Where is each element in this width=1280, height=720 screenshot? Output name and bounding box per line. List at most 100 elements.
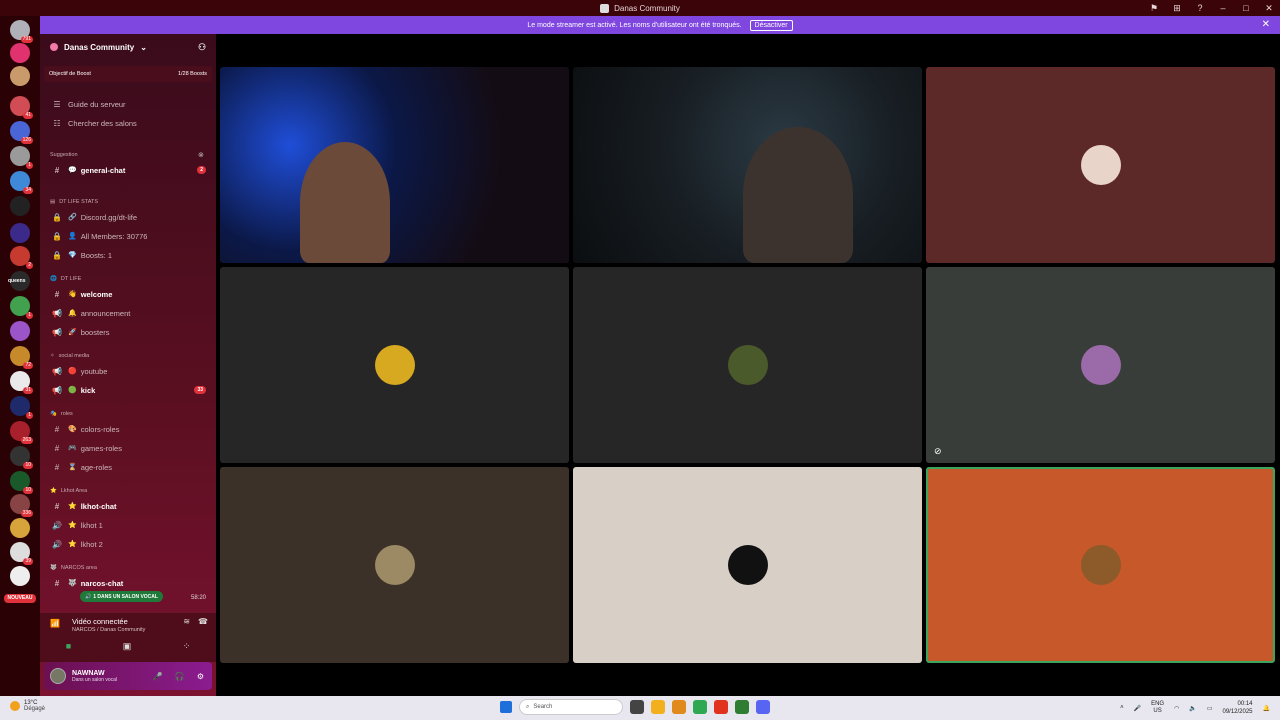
server-icon[interactable]: 126 xyxy=(10,121,33,144)
server-icon[interactable]: 34 xyxy=(10,171,33,194)
user-info[interactable]: NAWNAW Dans un salon vocal xyxy=(72,670,117,683)
category-narcos-area[interactable]: 🐺 NARCOS area xyxy=(50,562,97,574)
windows-start-icon[interactable] xyxy=(500,701,512,713)
channel-games-roles[interactable]: # 🎮 games-roles xyxy=(40,439,216,457)
notification-bell-icon[interactable]: 🔔 xyxy=(1263,705,1270,712)
camera-button[interactable]: ■ xyxy=(66,641,71,652)
battery-icon[interactable]: ▭ xyxy=(1207,705,1213,712)
taskbar-app-icon[interactable] xyxy=(693,700,707,714)
server-icon[interactable] xyxy=(10,518,30,538)
participant-tile[interactable] xyxy=(573,267,922,463)
voice-status-subtitle[interactable]: NARCOS / Danas Community xyxy=(72,627,145,633)
server-icon[interactable]: 791 xyxy=(10,20,33,43)
server-icon[interactable]: 72 xyxy=(10,346,33,369)
category-dt-stats[interactable]: ▤ DT LIFE STATS xyxy=(50,196,98,208)
clock[interactable]: 00:14 09/12/2025 xyxy=(1222,700,1252,716)
headphones-icon[interactable]: 🎧 xyxy=(175,672,185,681)
channel-youtube[interactable]: 📢 🔴 youtube xyxy=(40,362,216,380)
server-icon[interactable]: 263 xyxy=(10,421,33,444)
server-icon[interactable]: 1 xyxy=(10,396,33,419)
voice-channel-pill[interactable]: 🔊 1 DANS UN SALON VOCAL xyxy=(80,591,163,602)
weather-widget[interactable]: 13°C Dégagé xyxy=(10,700,45,712)
microphone-icon[interactable]: 🎤 xyxy=(153,672,163,681)
category-social-media[interactable]: ✧ social media xyxy=(50,350,89,362)
participant-tile[interactable] xyxy=(573,467,922,663)
taskbar-app-icon[interactable] xyxy=(651,700,665,714)
server-icon[interactable]: 10 xyxy=(10,446,33,469)
disable-streamer-button[interactable]: Désactiver xyxy=(749,19,793,31)
taskbar-app-icon[interactable] xyxy=(714,700,728,714)
server-icon[interactable]: 2 xyxy=(10,246,33,269)
server-icon[interactable]: 1 xyxy=(10,146,33,169)
server-text-icon[interactable]: queens xyxy=(8,274,30,294)
invite-icon[interactable]: ⚇ xyxy=(198,42,208,52)
channel-kick[interactable]: 📢 🟢 kick 33 xyxy=(40,381,216,399)
category-suggestion[interactable]: Suggestion ⊗ xyxy=(50,149,204,161)
server-icon[interactable] xyxy=(10,66,30,86)
close-banner-icon[interactable]: ✕ xyxy=(1262,19,1270,30)
channel-narcos-chat[interactable]: # 🐺 narcos-chat xyxy=(40,574,216,592)
server-icon[interactable]: 31 xyxy=(10,371,33,394)
channel-lkhot-1[interactable]: 🔊 ⭐ lkhot 1 xyxy=(40,516,216,534)
server-icon[interactable]: 10 xyxy=(10,471,33,494)
maximize-button[interactable]: □ xyxy=(1241,3,1251,13)
channel-age-roles[interactable]: # ⌛ age-roles xyxy=(40,458,216,476)
minimize-button[interactable]: – xyxy=(1218,3,1228,13)
participant-tile[interactable] xyxy=(926,67,1275,263)
disconnect-icon[interactable]: ☎ xyxy=(198,617,208,626)
signal-icon[interactable]: 📶 xyxy=(50,619,60,628)
boost-goal[interactable]: Objectif de Boost 1/28 Boosts xyxy=(44,66,212,82)
category-lkhot-area[interactable]: ⭐ Lkhot Area xyxy=(50,485,87,497)
wifi-icon[interactable]: ◠ xyxy=(1174,705,1179,712)
participant-tile[interactable] xyxy=(220,267,569,463)
channel-boosters[interactable]: 📢 🚀 boosters xyxy=(40,323,216,341)
participant-tile[interactable]: ⊘ xyxy=(926,267,1275,463)
soundboard-icon[interactable]: ≋ xyxy=(183,617,190,626)
taskbar-app-icon[interactable] xyxy=(672,700,686,714)
browse-channels[interactable]: ☷ Chercher des salons xyxy=(40,114,216,132)
channel-discord-link[interactable]: 🔒 🔗 Discord.gg/dt-life xyxy=(40,208,216,226)
channel-all-members[interactable]: 🔒 👤 All Members: 30776 xyxy=(40,227,216,245)
server-icon[interactable] xyxy=(10,321,30,341)
category-roles[interactable]: 🎭 roles xyxy=(50,408,73,420)
participant-tile[interactable] xyxy=(220,467,569,663)
close-icon[interactable]: ⊗ xyxy=(198,151,204,159)
close-window-button[interactable]: ✕ xyxy=(1264,3,1274,14)
video-stream-tile[interactable] xyxy=(220,67,569,263)
server-icon[interactable] xyxy=(10,43,30,63)
avatar[interactable] xyxy=(50,668,66,684)
channel-lkhot-2[interactable]: 🔊 ⭐ lkhot 2 xyxy=(40,535,216,553)
taskbar-app-icon[interactable] xyxy=(630,700,644,714)
video-stream-tile[interactable] xyxy=(573,67,922,263)
server-icon[interactable]: 41 xyxy=(10,96,33,119)
chevron-up-icon[interactable]: ˄ xyxy=(1120,705,1124,711)
server-icon[interactable]: 1 xyxy=(10,296,33,319)
server-icon[interactable] xyxy=(10,196,30,216)
screen-icon[interactable]: ⊞ xyxy=(1172,3,1182,14)
screen-share-button[interactable]: ▣ xyxy=(123,641,132,652)
help-icon[interactable]: ? xyxy=(1195,3,1205,13)
server-header[interactable]: Danas Community ⌄ ⚇ xyxy=(40,34,216,60)
server-guide[interactable]: ☰ Guide du serveur xyxy=(40,95,216,113)
category-dt-life[interactable]: 🌐 DT LIFE xyxy=(50,273,81,285)
taskbar-app-icon[interactable] xyxy=(735,700,749,714)
channel-general-chat[interactable]: # 💬 general-chat 2 xyxy=(40,161,216,179)
channel-colors-roles[interactable]: # 🎨 colors-roles xyxy=(40,420,216,438)
language-indicator[interactable]: ENG US xyxy=(1151,701,1164,715)
taskbar-app-icon[interactable] xyxy=(756,700,770,714)
server-icon[interactable]: 39 xyxy=(10,542,33,565)
volume-icon[interactable]: 🔈 xyxy=(1189,705,1196,712)
participant-tile[interactable] xyxy=(926,467,1275,663)
channel-welcome[interactable]: # 👋 welcome xyxy=(40,285,216,303)
server-icon[interactable] xyxy=(10,223,30,243)
mic-tray-icon[interactable]: 🎤 xyxy=(1134,705,1141,712)
channel-announcement[interactable]: 📢 🔔 announcement xyxy=(40,304,216,322)
channel-lkhot-chat[interactable]: # ⭐ lkhot-chat xyxy=(40,497,216,515)
channel-boosts[interactable]: 🔒 💎 Boosts: 1 xyxy=(40,246,216,264)
inbox-icon[interactable]: ⚑ xyxy=(1149,3,1159,14)
server-icon[interactable]: 336 xyxy=(10,494,33,517)
gear-icon[interactable]: ⚙ xyxy=(197,672,204,681)
server-icon[interactable] xyxy=(10,566,30,586)
activities-button[interactable]: ⁘ xyxy=(183,641,191,652)
taskbar-search[interactable]: ⌕ Search xyxy=(519,699,623,715)
